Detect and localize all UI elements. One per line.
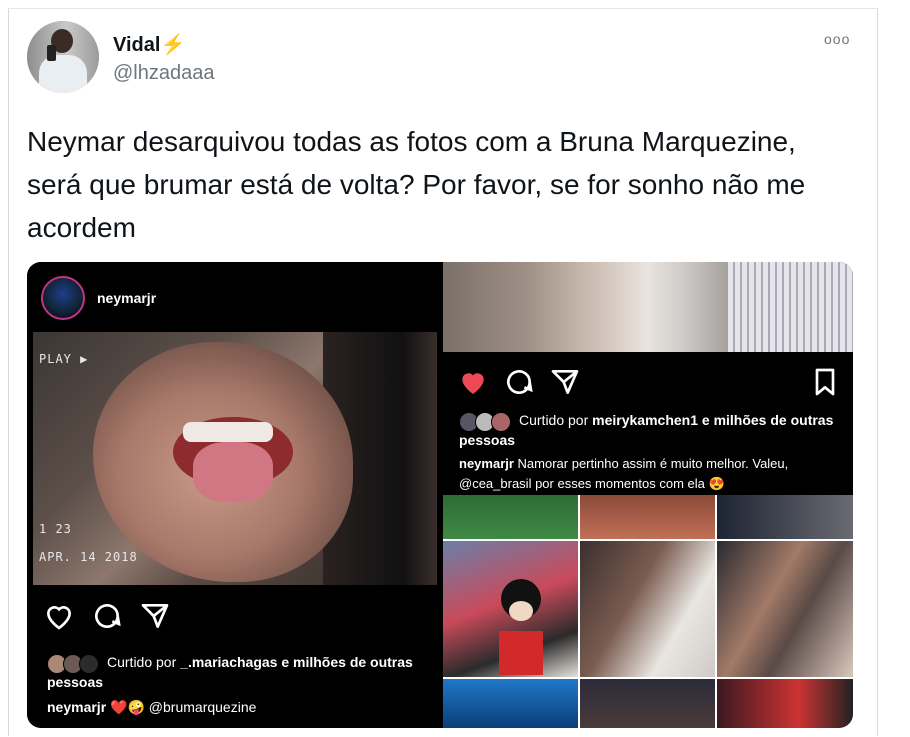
- vhs-play-label: PLAY ▶: [39, 352, 89, 366]
- grid-photo[interactable]: [443, 679, 578, 728]
- photo-grid[interactable]: [443, 495, 853, 728]
- share-icon[interactable]: [549, 366, 581, 398]
- liked-avatars: [459, 412, 513, 433]
- grid-photo[interactable]: [580, 679, 715, 728]
- comment-icon[interactable]: [503, 366, 535, 398]
- tweet-text: Neymar desarquivou todas as fotos com a …: [27, 126, 806, 243]
- grid-photo[interactable]: [580, 495, 715, 539]
- media-right-top-screenshot[interactable]: Curtido por meirykamchen1 e milhões de o…: [443, 262, 853, 492]
- comment-icon[interactable]: [91, 600, 123, 632]
- author-avatar[interactable]: [27, 21, 99, 93]
- bookmark-icon[interactable]: [809, 366, 841, 398]
- grid-photo[interactable]: [717, 541, 853, 677]
- liked-avatars: [47, 654, 101, 675]
- post-image: [443, 262, 853, 352]
- left-caption: neymarjr ❤️🤪 @brumarquezine: [47, 699, 257, 715]
- vhs-date-label: APR. 14 2018: [39, 550, 138, 564]
- grid-photo[interactable]: [443, 495, 578, 539]
- ig-avatar: [41, 276, 85, 320]
- heart-icon[interactable]: [43, 600, 75, 632]
- grid-photo[interactable]: [443, 541, 578, 677]
- heart-icon[interactable]: [457, 366, 489, 398]
- share-icon[interactable]: [139, 600, 171, 632]
- lightning-emoji: ⚡: [160, 34, 186, 56]
- more-icon[interactable]: ooo: [824, 31, 850, 47]
- tweet-media[interactable]: neymarjr PLAY ▶ 1 23 APR. 14 2018 Curtid…: [27, 262, 853, 728]
- video-frame-image: PLAY ▶ 1 23 APR. 14 2018: [33, 332, 437, 585]
- media-left-screenshot[interactable]: neymarjr PLAY ▶ 1 23 APR. 14 2018 Curtid…: [27, 262, 440, 728]
- author-name[interactable]: Vidal⚡: [113, 32, 185, 57]
- right-liked-by: Curtido por meirykamchen1 e milhões de o…: [459, 412, 834, 449]
- grid-photo[interactable]: [580, 541, 715, 677]
- author-handle[interactable]: @lhzadaaa: [113, 62, 214, 85]
- ig-username: neymarjr: [97, 290, 157, 306]
- left-liked-by: Curtido por _.mariachagas e milhões de o…: [47, 654, 413, 691]
- right-action-bar: [457, 366, 837, 396]
- grid-photo[interactable]: [717, 495, 853, 539]
- grid-photo[interactable]: [717, 679, 853, 728]
- vhs-time-label: 1 23: [39, 522, 72, 536]
- right-caption: neymarjr Namorar pertinho assim é muito …: [459, 456, 789, 491]
